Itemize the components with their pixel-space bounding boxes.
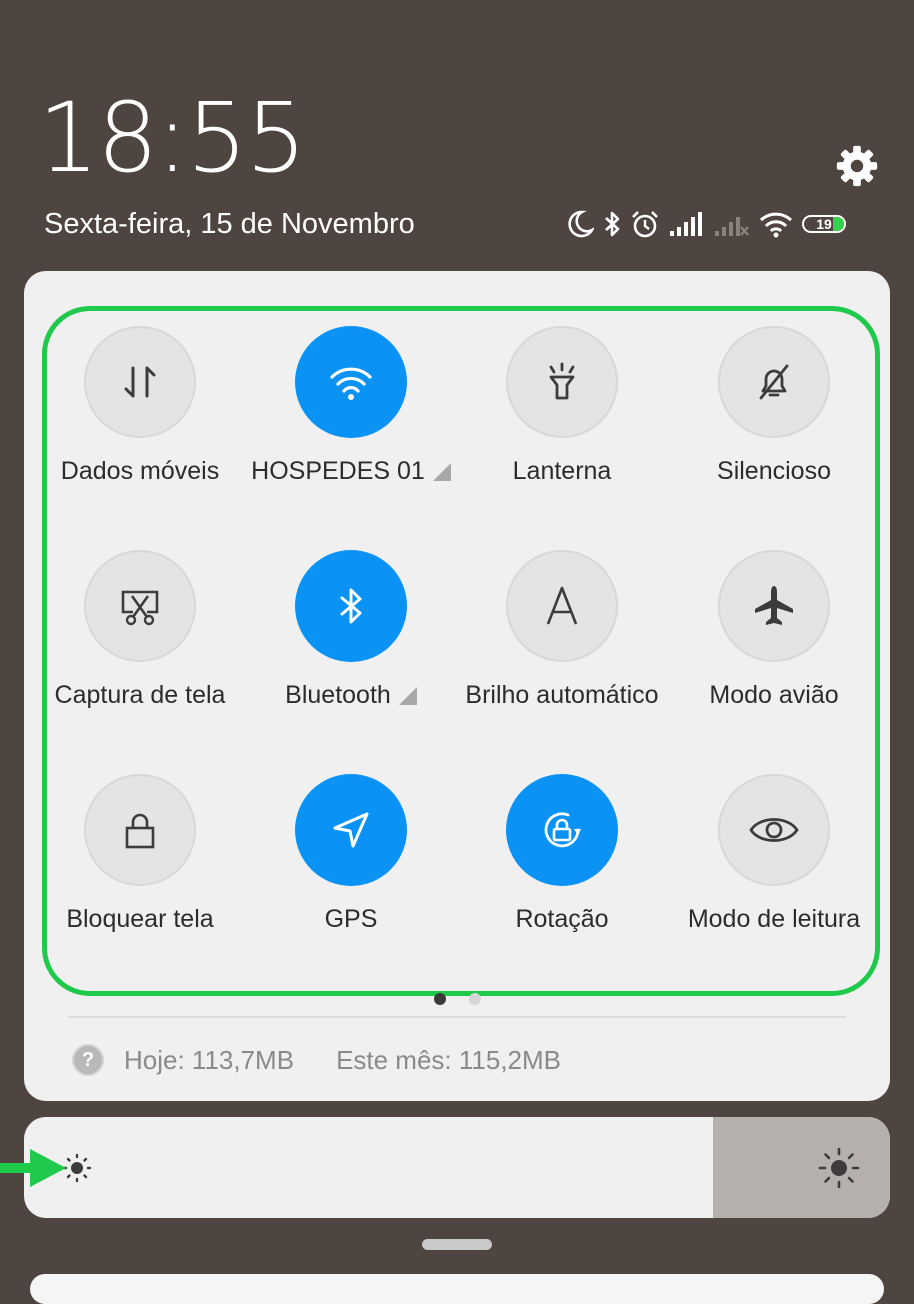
tile-screenshot[interactable]: Captura de tela: [34, 550, 246, 750]
lock-icon[interactable]: [84, 774, 196, 886]
tile-lock-screen[interactable]: Bloquear tela: [34, 774, 246, 974]
tile-gps[interactable]: GPS: [245, 774, 457, 974]
brightness-slider[interactable]: [24, 1117, 890, 1218]
wifi-icon[interactable]: [295, 326, 407, 438]
tile-label: Brilho automático: [465, 681, 659, 709]
clock: 18:55: [38, 82, 307, 194]
tile-reading-mode[interactable]: Modo de leitura: [668, 774, 880, 974]
mobile-data-icon[interactable]: [84, 326, 196, 438]
tile-label: Silencioso: [717, 457, 831, 485]
tile-label: GPS: [324, 905, 378, 933]
eye-icon[interactable]: [718, 774, 830, 886]
date-label: Sexta-feira, 15 de Novembro: [44, 208, 415, 240]
tile-bluetooth[interactable]: Bluetooth: [245, 550, 457, 750]
tile-label: Bluetooth: [245, 681, 457, 710]
bluetooth-icon: [605, 211, 620, 237]
rotation-lock-icon[interactable]: [506, 774, 618, 886]
signal-icon: [670, 212, 702, 236]
gear-icon[interactable]: [834, 143, 880, 189]
page-dot[interactable]: [469, 993, 481, 1005]
tile-label: Captura de tela: [54, 681, 226, 709]
tile-label: Modo de leitura: [687, 905, 861, 933]
screenshot-icon[interactable]: [84, 550, 196, 662]
annotation-arrow: [0, 1149, 66, 1187]
tile-auto-brightness[interactable]: Brilho automático: [456, 550, 668, 750]
notification-card[interactable]: [30, 1274, 884, 1304]
wifi-icon: [759, 212, 793, 238]
data-usage-month: Este mês: 115,2MB: [336, 1044, 562, 1075]
drag-handle[interactable]: [422, 1239, 492, 1250]
data-usage-row[interactable]: ? Hoje: 113,7MB Este mês: 115,2MB: [72, 1042, 561, 1078]
flashlight-icon[interactable]: [506, 326, 618, 438]
tile-mobile-data[interactable]: Dados móveis: [34, 326, 246, 526]
tile-label: Lanterna: [512, 457, 612, 485]
tile-label: Dados móveis: [60, 457, 220, 485]
location-arrow-icon[interactable]: [295, 774, 407, 886]
tile-label: HOSPEDES 01: [245, 457, 457, 486]
page-dot-active[interactable]: [434, 993, 446, 1005]
bell-off-icon[interactable]: [718, 326, 830, 438]
alarm-icon: [632, 211, 658, 238]
tile-rotation[interactable]: Rotação: [456, 774, 668, 974]
auto-brightness-icon[interactable]: [506, 550, 618, 662]
tile-flashlight[interactable]: Lanterna: [456, 326, 668, 526]
submenu-triangle-icon: [398, 687, 417, 706]
divider: [68, 1016, 846, 1018]
battery-indicator: 19: [802, 214, 846, 234]
status-bar-icons: 19: [566, 205, 846, 243]
tile-label: Modo avião: [709, 681, 839, 709]
bluetooth-icon[interactable]: [295, 550, 407, 662]
airplane-icon[interactable]: [718, 550, 830, 662]
brightness-high-icon: [818, 1147, 860, 1189]
page-indicator: [434, 993, 481, 1005]
battery-level: 19: [816, 216, 832, 232]
help-icon[interactable]: ?: [72, 1044, 104, 1076]
tile-silent[interactable]: Silencioso: [668, 326, 880, 526]
submenu-triangle-icon: [432, 463, 451, 482]
data-usage-today: Hoje: 113,7MB: [124, 1044, 295, 1075]
signal-no-service-icon: [715, 217, 749, 236]
tile-wifi[interactable]: HOSPEDES 01: [245, 326, 457, 526]
moon-icon: [568, 210, 594, 238]
tile-label: Rotação: [515, 905, 609, 933]
tile-airplane-mode[interactable]: Modo avião: [668, 550, 880, 750]
tile-label: Bloquear tela: [66, 905, 214, 933]
brightness-slider-fill: [713, 1117, 890, 1218]
